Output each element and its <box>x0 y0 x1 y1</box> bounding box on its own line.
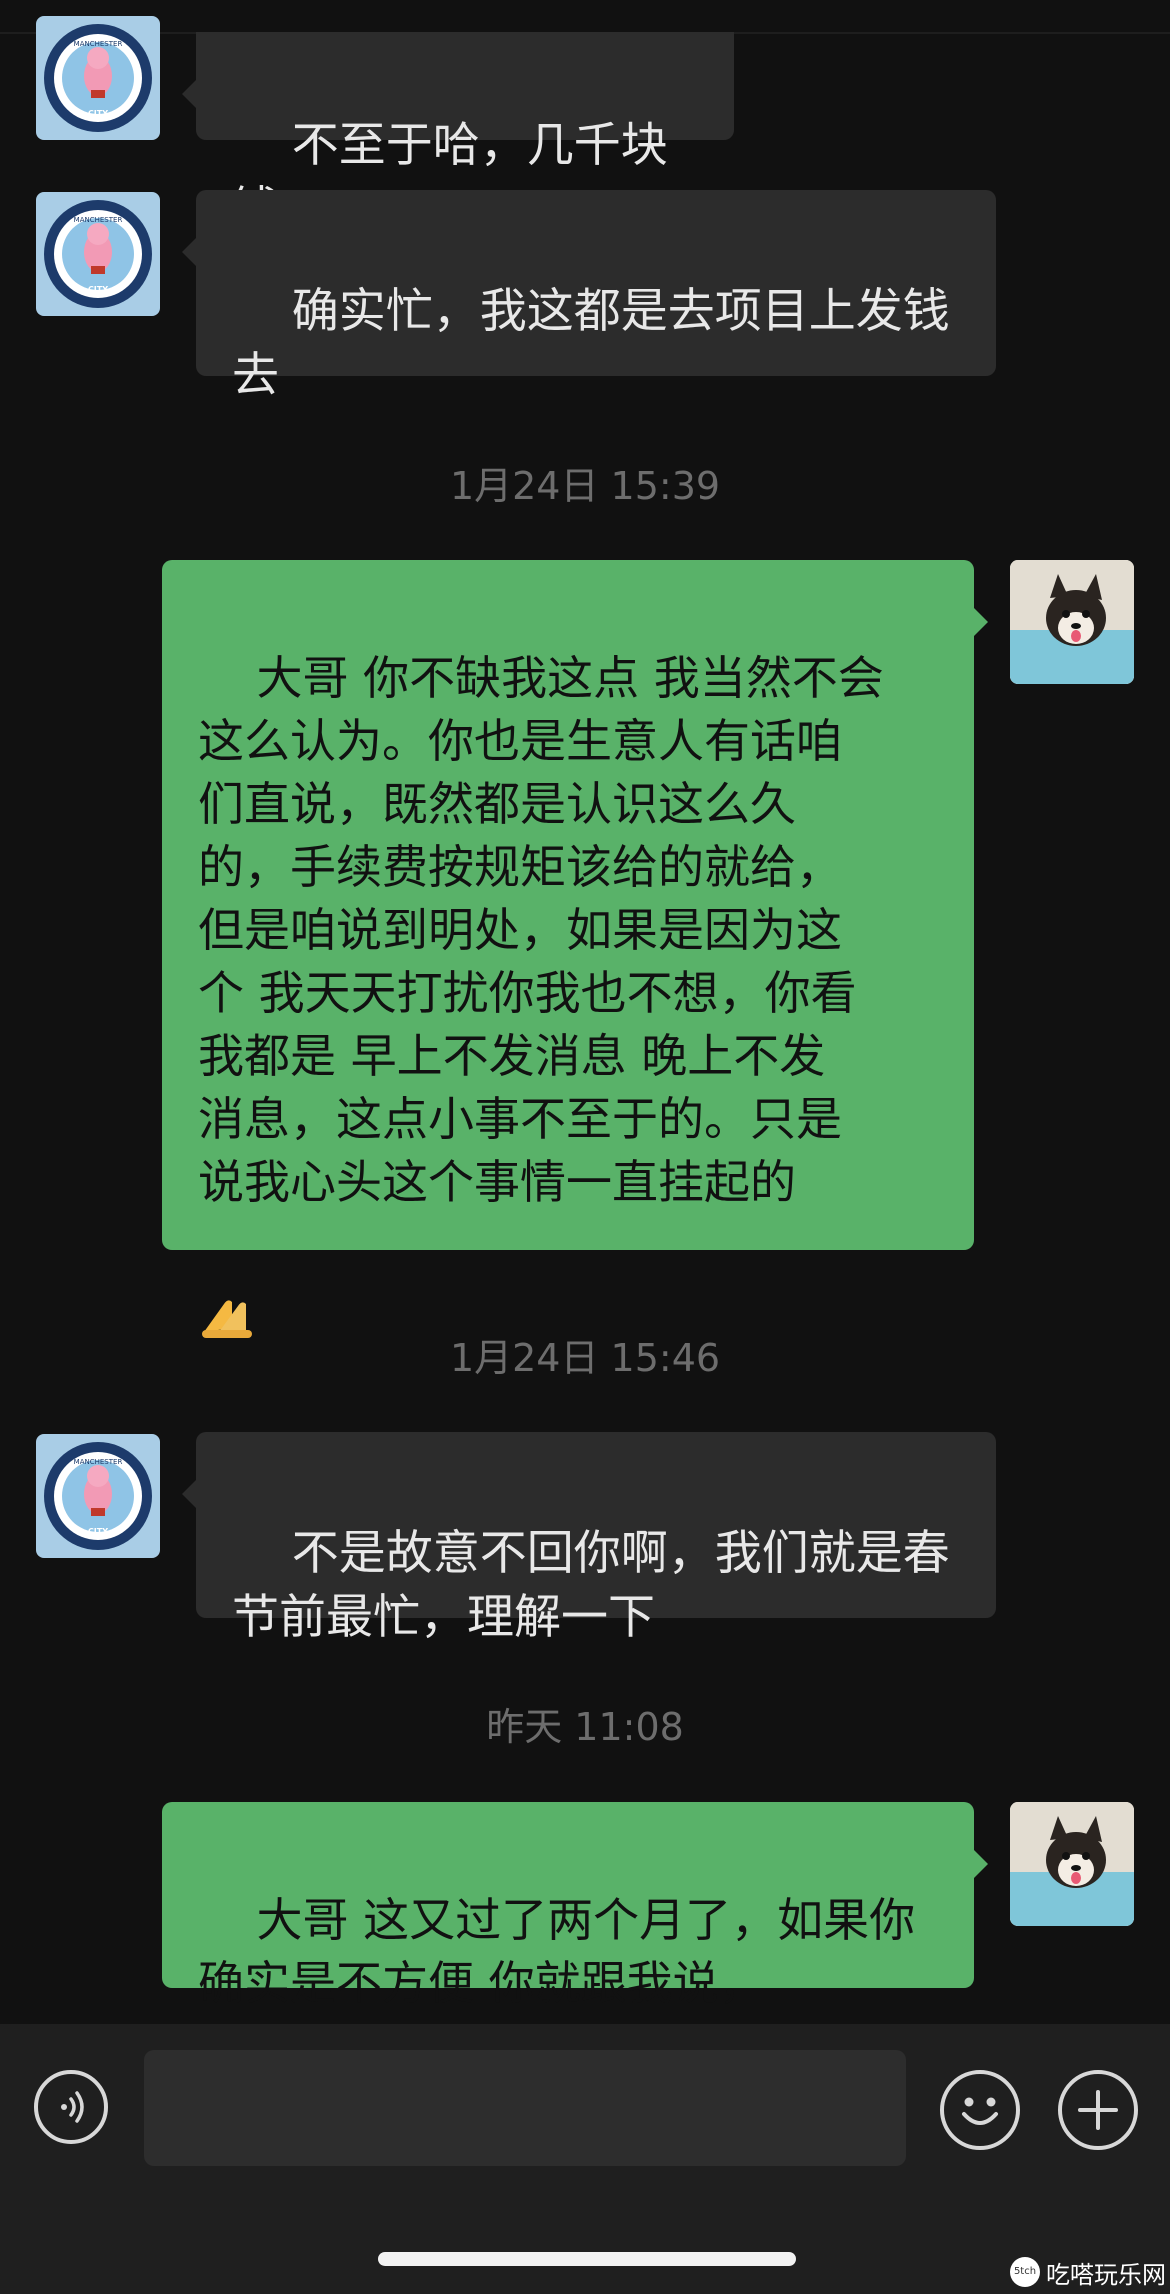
chat-screen: MANCHESTER CITY 不至于哈，几千块钱 MANCHESTER CIT… <box>0 0 1170 2294</box>
message-text: 确实忙，我这都是去项目上发钱 去 <box>232 284 950 403</box>
plus-icon <box>1078 2090 1118 2130</box>
timestamp: 1月24日 15:46 <box>449 1336 721 1380</box>
message-text: 大哥 这又过了两个月了，如果你 确实是不方便 你就跟我说， <box>198 1893 916 2010</box>
message-bubble[interactable]: 不至于哈，几千块钱 <box>182 32 734 237</box>
svg-text:MANCHESTER: MANCHESTER <box>74 216 123 224</box>
timestamp: 1月24日 15:39 <box>449 464 721 508</box>
svg-text:CITY: CITY <box>88 1527 108 1536</box>
contact-avatar[interactable]: MANCHESTER CITY <box>36 192 160 316</box>
svg-text:CITY: CITY <box>88 109 108 118</box>
contact-avatar[interactable]: MANCHESTER CITY <box>36 1434 160 1558</box>
message-bubble[interactable]: 不是故意不回你啊，我们就是春 节前最忙，理解一下 <box>182 1432 996 1645</box>
svg-text:MANCHESTER: MANCHESTER <box>74 1458 123 1466</box>
message-bubble[interactable]: 确实忙，我这都是去项目上发钱 去 <box>182 190 996 403</box>
contact-avatar[interactable]: MANCHESTER CITY <box>36 16 160 140</box>
message-input[interactable] <box>144 2050 906 2166</box>
svg-text:MANCHESTER: MANCHESTER <box>74 40 123 48</box>
watermark-logo: 5tch <box>1010 2257 1040 2287</box>
pray-hands-icon <box>198 1162 258 1338</box>
my-avatar[interactable] <box>1010 1802 1134 1926</box>
message-bubble[interactable]: 大哥 你不缺我这点 我当然不会 这么认为。你也是生意人有话咱 们直说，既然都是认… <box>162 560 988 1338</box>
voice-icon <box>61 2091 84 2123</box>
voice-button[interactable] <box>34 2070 108 2144</box>
plus-button[interactable] <box>1058 2070 1138 2150</box>
timestamp: 昨天 11:08 <box>486 1705 684 1749</box>
message-text: 不是故意不回你啊，我们就是春 节前最忙，理解一下 <box>232 1526 950 1645</box>
emoji-icon <box>962 2097 998 2125</box>
my-avatar[interactable] <box>1010 560 1134 684</box>
message-text: 大哥 你不缺我这点 我当然不会 这么认为。你也是生意人有话咱 们直说，既然都是认… <box>198 651 884 1209</box>
home-indicator[interactable] <box>378 2252 796 2266</box>
watermark-text: 吃嗒玩乐网 <box>1046 2260 1166 2289</box>
svg-text:CITY: CITY <box>88 285 108 294</box>
message-bubble[interactable]: 大哥 这又过了两个月了，如果你 确实是不方便 你就跟我说， <box>162 1802 988 2010</box>
watermark: 5tch 吃嗒玩乐网 <box>1010 2252 1166 2292</box>
emoji-button[interactable] <box>940 2070 1020 2150</box>
